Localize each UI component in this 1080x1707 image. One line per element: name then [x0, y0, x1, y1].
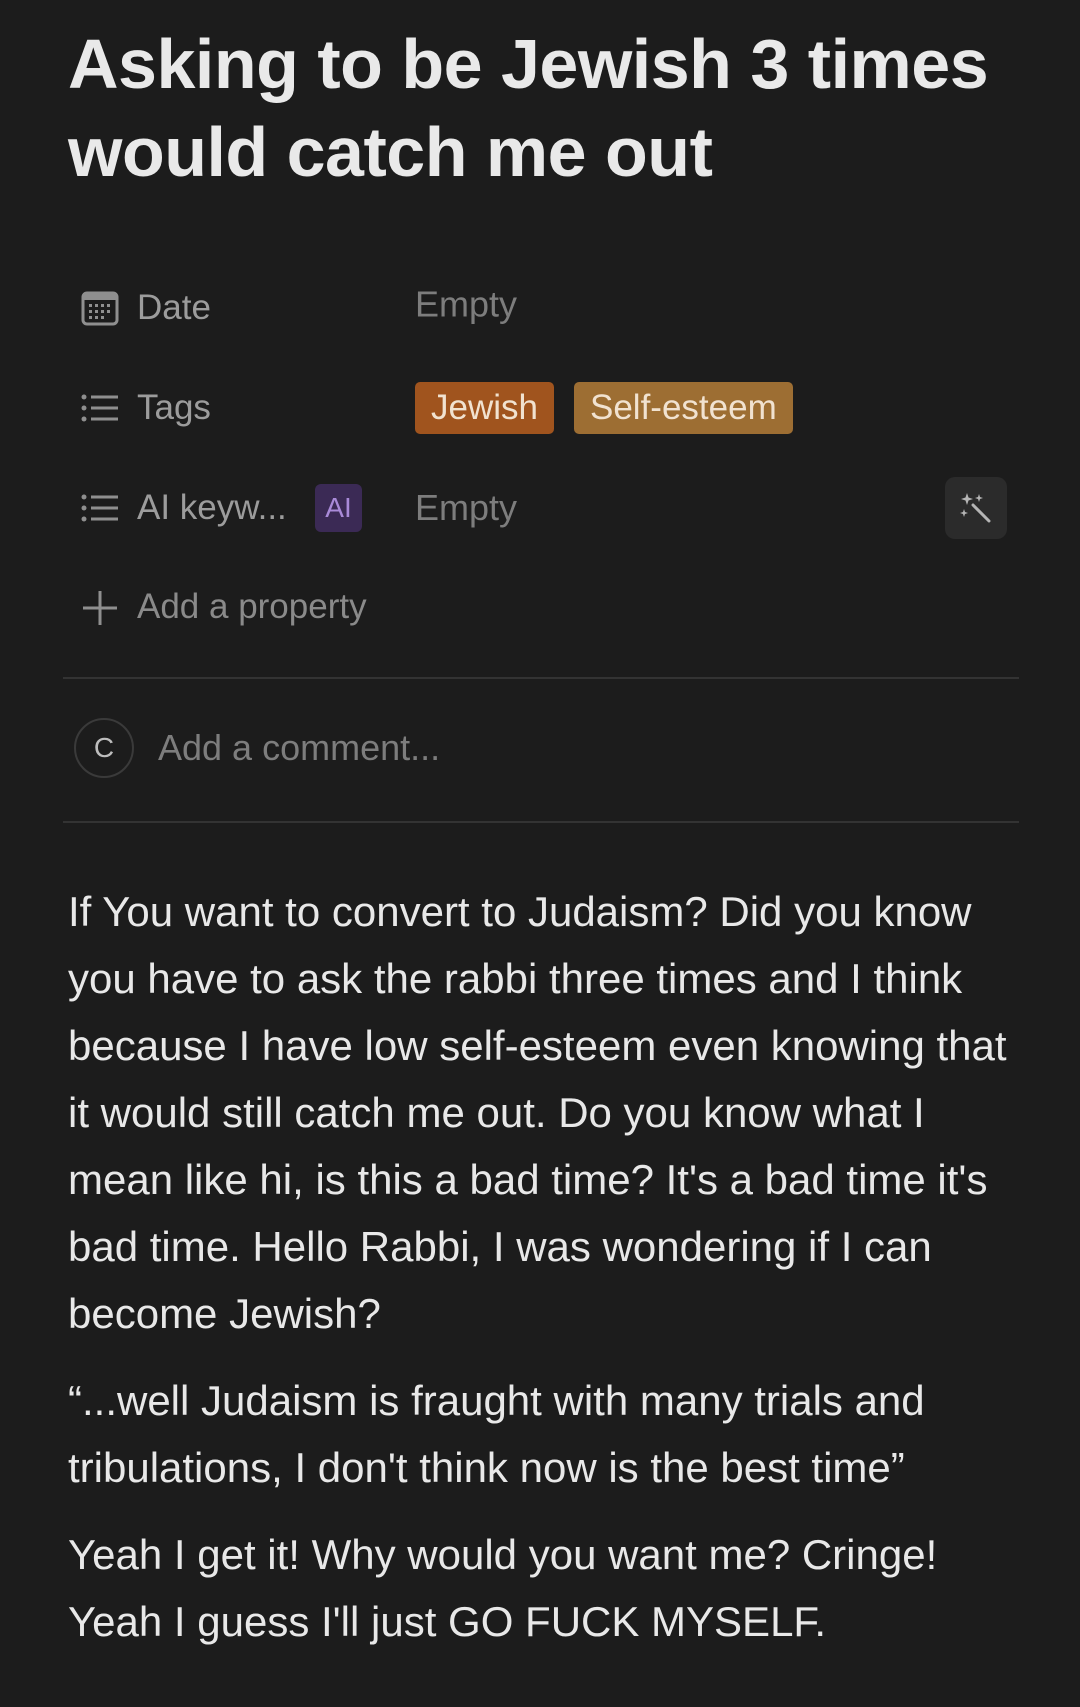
- property-label-date: Date: [137, 288, 211, 327]
- notion-page: Asking to be Jewish 3 times would catch …: [0, 0, 1080, 1707]
- body-paragraph: “...well Judaism is fraught with many tr…: [68, 1377, 925, 1491]
- divider: [63, 821, 1019, 823]
- tag-list[interactable]: Jewish Self-esteem: [415, 382, 793, 434]
- property-label-ai-keywords: AI keyw...: [137, 488, 287, 527]
- avatar: C: [74, 718, 134, 778]
- add-property-button[interactable]: Add a property: [80, 572, 1020, 642]
- divider: [63, 677, 1019, 679]
- property-value-ai-keywords[interactable]: Empty: [415, 487, 517, 529]
- property-row-ai-keywords[interactable]: AI keyw... AI Empty: [80, 473, 1020, 543]
- list-icon: [80, 488, 120, 528]
- tag-self-esteem[interactable]: Self-esteem: [573, 382, 793, 434]
- property-value-date[interactable]: Empty: [415, 284, 517, 326]
- body-paragraph: If You want to convert to Judaism? Did y…: [68, 888, 1007, 1337]
- calendar-icon: [80, 288, 120, 328]
- property-row-date[interactable]: Date Empty: [80, 273, 1020, 343]
- ai-badge: AI: [315, 484, 362, 532]
- comment-input[interactable]: [158, 722, 958, 774]
- plus-icon: [80, 587, 120, 627]
- property-label-tags: Tags: [137, 388, 211, 427]
- comment-row: C: [74, 718, 1014, 782]
- ai-autofill-button[interactable]: [945, 477, 1007, 539]
- body-paragraph: Yeah I get it! Why would you want me? Cr…: [68, 1531, 938, 1645]
- property-row-tags[interactable]: Tags Jewish Self-esteem: [80, 373, 1020, 443]
- list-icon: [80, 388, 120, 428]
- page-title[interactable]: Asking to be Jewish 3 times would catch …: [68, 20, 1028, 196]
- page-body[interactable]: If You want to convert to Judaism? Did y…: [68, 878, 1028, 1675]
- tag-jewish[interactable]: Jewish: [415, 382, 554, 434]
- add-property-label: Add a property: [137, 587, 367, 626]
